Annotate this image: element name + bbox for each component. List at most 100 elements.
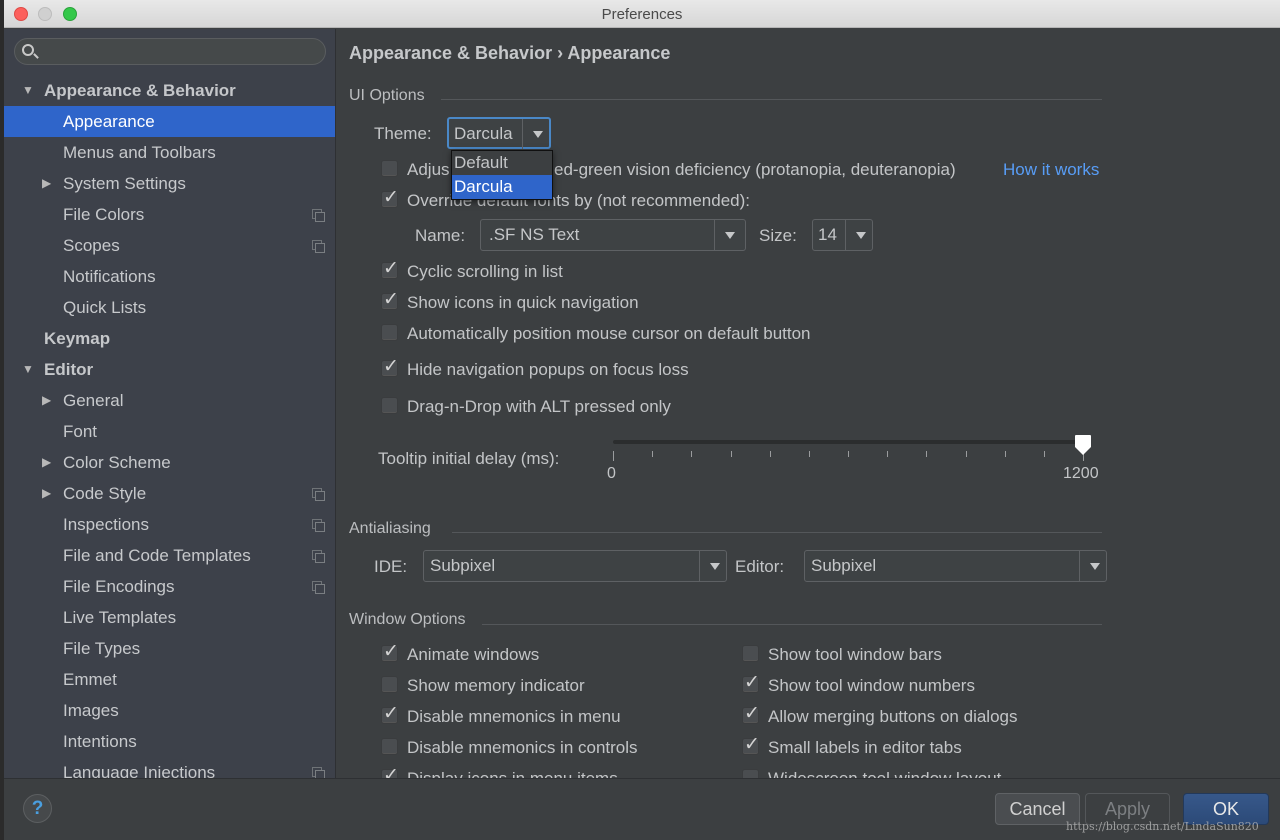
section-title-window-options: Window Options (349, 611, 466, 628)
window-option-checkbox[interactable] (742, 769, 759, 778)
sidebar-item-menus-and-toolbars[interactable]: Menus and Toolbars (4, 137, 335, 168)
window-option-checkbox[interactable] (381, 702, 399, 725)
slider-tick (769, 451, 771, 457)
override-fonts-checkbox[interactable] (381, 186, 399, 209)
adjust-colors-checkbox[interactable] (381, 160, 398, 177)
breadcrumb: Appearance & Behavior › Appearance (349, 43, 671, 63)
window-option-checkbox[interactable] (742, 733, 760, 756)
option-label: Show icons in quick navigation (407, 293, 639, 312)
window-option-label: Animate windows (407, 645, 540, 664)
sidebar-item-system-settings[interactable]: ▶ System Settings (4, 168, 335, 199)
window-option-checkbox[interactable] (742, 671, 760, 694)
window-option-checkbox[interactable] (742, 645, 759, 662)
theme-dropdown[interactable]: Darcula (447, 117, 551, 149)
chevron-down-icon[interactable] (714, 220, 745, 250)
window-option-checkbox[interactable] (381, 640, 399, 663)
collapse-arrow-icon[interactable]: ▶ (42, 478, 51, 509)
settings-tree: ▼ Appearance & Behavior Appearance Menus an… (4, 75, 335, 778)
window-option-label: Show tool window numbers (768, 676, 975, 695)
option-checkbox[interactable] (381, 257, 399, 280)
sidebar-item-appearance[interactable]: Appearance (4, 106, 335, 137)
window-option-checkbox[interactable] (742, 702, 760, 725)
sidebar-item-label: Quick Lists (63, 298, 147, 317)
sidebar-item-keymap[interactable]: Keymap (4, 323, 335, 354)
theme-option-default[interactable]: Default (452, 151, 552, 175)
sidebar-item-label: File Colors (63, 205, 145, 224)
editor-antialiasing-dropdown[interactable]: Subpixel (804, 550, 1107, 582)
help-button[interactable]: ? (23, 794, 52, 823)
sidebar-item-notifications[interactable]: Notifications (4, 261, 335, 292)
sidebar-item-label: Intentions (63, 732, 137, 751)
editor-antialiasing-value: Subpixel (811, 556, 877, 575)
sidebar-item-label: Menus and Toolbars (63, 143, 216, 162)
sidebar-item-inspections[interactable]: Inspections (4, 509, 335, 540)
window-option-label: Allow merging buttons on dialogs (768, 707, 1018, 726)
font-name-value: .SF NS Text (489, 225, 580, 244)
expand-arrow-icon[interactable]: ▼ (22, 75, 34, 106)
sidebar-item-file-types[interactable]: File Types (4, 633, 335, 664)
sidebar-item-file-and-code-templates[interactable]: File and Code Templates (4, 540, 335, 571)
sidebar-item-appearance-behavior[interactable]: ▼ Appearance & Behavior (4, 75, 335, 106)
project-settings-icon (312, 519, 325, 532)
settings-sidebar: ▼ Appearance & Behavior Appearance Menus an… (4, 29, 336, 778)
sidebar-item-label: Keymap (44, 329, 111, 348)
sidebar-item-label: Appearance & Behavior (44, 81, 236, 100)
sidebar-item-live-templates[interactable]: Live Templates (4, 602, 335, 633)
option-checkbox[interactable] (381, 288, 399, 311)
sidebar-item-scopes[interactable]: Scopes (4, 230, 335, 261)
sidebar-item-file-colors[interactable]: File Colors (4, 199, 335, 230)
ide-antialiasing-label: IDE: (374, 557, 408, 576)
chevron-down-icon[interactable] (1079, 551, 1106, 581)
slider-tick (1004, 451, 1006, 457)
collapse-arrow-icon[interactable]: ▶ (42, 447, 51, 478)
window-option-checkbox[interactable] (381, 764, 399, 778)
ide-antialiasing-dropdown[interactable]: Subpixel (423, 550, 727, 582)
project-settings-icon (312, 209, 325, 222)
font-name-dropdown[interactable]: .SF NS Text (480, 219, 746, 251)
expand-arrow-icon[interactable]: ▼ (22, 354, 34, 385)
sidebar-item-label: Code Style (63, 484, 147, 503)
font-size-dropdown[interactable]: 14 (812, 219, 873, 251)
font-size-value: 14 (818, 225, 837, 244)
collapse-arrow-icon[interactable]: ▶ (42, 385, 51, 416)
sidebar-item-general[interactable]: ▶ General (4, 385, 335, 416)
slider-thumb[interactable] (1074, 434, 1092, 456)
window-title: Preferences (601, 6, 683, 23)
section-title-antialiasing: Antialiasing (349, 520, 431, 537)
collapse-arrow-icon[interactable]: ▶ (42, 168, 51, 199)
option-checkbox[interactable] (381, 397, 398, 414)
tooltip-delay-slider[interactable] (613, 440, 1084, 444)
option-label: Automatically position mouse cursor on d… (407, 324, 811, 343)
slider-tick (926, 451, 928, 457)
title-bar: Preferences (4, 0, 1280, 28)
search-icon (22, 44, 34, 56)
sidebar-item-quick-lists[interactable]: Quick Lists (4, 292, 335, 323)
sidebar-item-intentions[interactable]: Intentions (4, 726, 335, 757)
chevron-down-icon[interactable] (699, 551, 726, 581)
editor-antialiasing-label: Editor: (735, 557, 785, 576)
sidebar-item-code-style[interactable]: ▶ Code Style (4, 478, 335, 509)
settings-search-input[interactable] (14, 38, 326, 65)
sidebar-item-color-scheme[interactable]: ▶ Color Scheme (4, 447, 335, 478)
option-checkbox[interactable] (381, 324, 398, 341)
window-option-checkbox[interactable] (381, 738, 398, 755)
how-it-works-link[interactable]: How it works (1003, 160, 1099, 180)
window-option-checkbox[interactable] (381, 676, 398, 693)
option-label: Drag-n-Drop with ALT pressed only (407, 397, 671, 416)
chevron-down-icon[interactable] (522, 119, 549, 149)
theme-option-darcula[interactable]: Darcula (452, 175, 552, 199)
sidebar-item-images[interactable]: Images (4, 695, 335, 726)
sidebar-item-font[interactable]: Font (4, 416, 335, 447)
slider-tick (808, 451, 810, 457)
sidebar-item-file-encodings[interactable]: File Encodings (4, 571, 335, 602)
adjust-colors-label: ed-green vision deficiency (protanopia, … (554, 160, 956, 179)
sidebar-item-language-injections[interactable]: Language Injections (4, 757, 335, 778)
question-icon: ? (31, 798, 44, 819)
chevron-down-icon[interactable] (845, 220, 872, 250)
option-checkbox[interactable] (381, 355, 399, 378)
sidebar-item-emmet[interactable]: Emmet (4, 664, 335, 695)
section-divider (482, 624, 1102, 625)
watermark: https://blog.csdn.net/LindaSun820 (1066, 820, 1259, 833)
sidebar-item-editor[interactable]: ▼ Editor (4, 354, 335, 385)
window-option-label: Disable mnemonics in menu (407, 707, 621, 726)
